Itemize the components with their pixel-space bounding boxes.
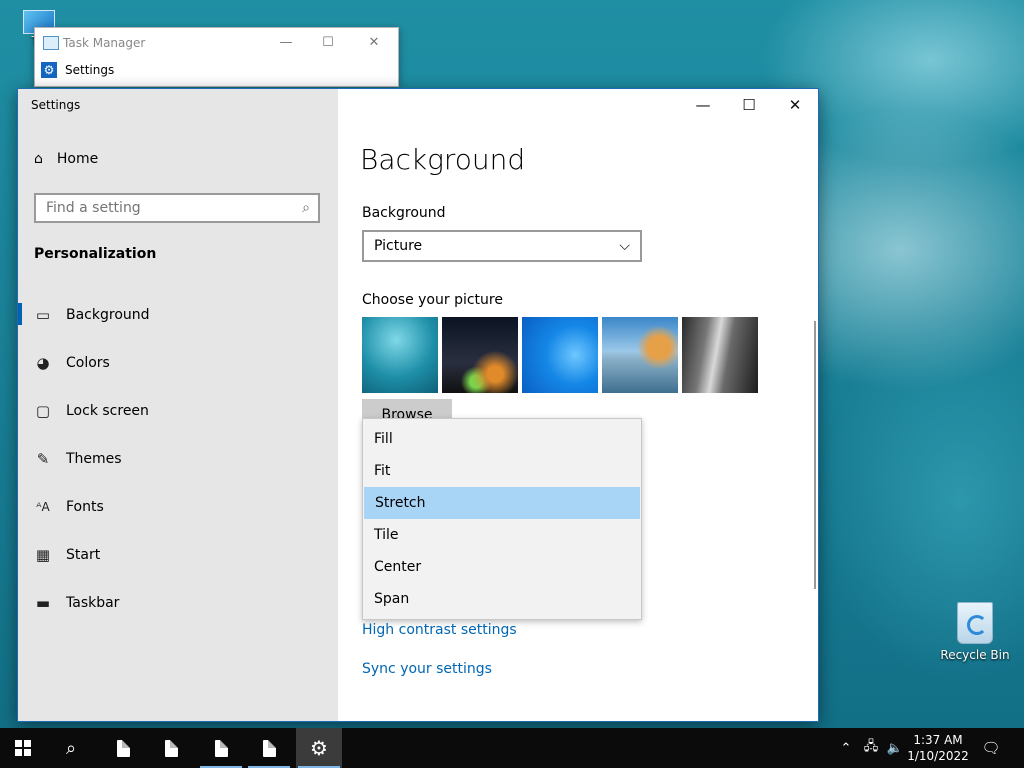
chevron-up-icon: ⌃ xyxy=(840,740,852,756)
sidebar-item-label: Background xyxy=(66,307,150,323)
task-manager-minimize-button[interactable]: — xyxy=(271,32,301,54)
sidebar-item-label: Colors xyxy=(66,355,110,371)
windows-logo-icon xyxy=(15,740,31,756)
clock[interactable]: 1:37 AM 1/10/2022 xyxy=(902,732,974,764)
recycle-bin-icon xyxy=(957,602,993,644)
taskbar-icon: ▬ xyxy=(35,594,51,612)
gear-icon: ⚙ xyxy=(310,736,328,760)
fit-option-stretch[interactable]: Stretch xyxy=(364,487,640,519)
document-icon xyxy=(262,739,276,757)
fit-option-span[interactable]: Span xyxy=(363,583,641,615)
search-icon[interactable]: ⌕ xyxy=(302,200,310,216)
sidebar-item-label: Themes xyxy=(66,451,122,467)
notifications-icon[interactable]: 🗨 xyxy=(978,728,1004,768)
fit-option-center[interactable]: Center xyxy=(363,551,641,583)
sidebar-item-label: Taskbar xyxy=(66,595,120,611)
fit-option-tile[interactable]: Tile xyxy=(363,519,641,551)
fit-option-fill[interactable]: Fill xyxy=(363,423,641,455)
taskbar-document-2[interactable] xyxy=(148,728,194,768)
task-manager-window[interactable]: Task Manager — ☐ ✕ ⚙ Settings xyxy=(34,27,399,87)
window-title: Settings xyxy=(31,98,81,112)
task-manager-maximize-button[interactable]: ☐ xyxy=(313,32,343,54)
gear-icon: ⚙ xyxy=(41,62,57,78)
search-icon: ⌕ xyxy=(65,737,77,759)
background-type-select[interactable]: Picture ⌵ xyxy=(362,230,642,262)
background-type-value: Picture xyxy=(374,238,423,254)
task-manager-title: Task Manager xyxy=(63,36,146,50)
task-manager-close-button[interactable]: ✕ xyxy=(359,32,389,54)
document-icon xyxy=(116,739,130,757)
sidebar-item-label: Fonts xyxy=(66,499,104,515)
sidebar-item-home[interactable]: ⌂ Home xyxy=(34,151,98,167)
palette-icon: ◕ xyxy=(36,354,50,372)
show-hidden-icons-button[interactable]: ⌃ xyxy=(836,728,856,768)
picture-thumbnail-beach[interactable] xyxy=(602,317,678,393)
sidebar-item-taskbar[interactable]: ▬ Taskbar xyxy=(18,579,338,627)
high-contrast-settings-link[interactable]: High contrast settings xyxy=(362,622,517,638)
start-icon: ▦ xyxy=(35,546,51,564)
background-label: Background xyxy=(362,205,446,221)
settings-content: Background Background Picture ⌵ Choose y… xyxy=(338,89,818,721)
chevron-down-icon: ⌵ xyxy=(619,238,630,254)
fit-options-dropdown: Fill Fit Stretch Tile Center Span xyxy=(362,418,642,620)
picture-thumbnails xyxy=(362,317,758,393)
home-label: Home xyxy=(56,151,99,167)
image-icon: ▭ xyxy=(35,306,51,324)
sidebar-item-themes[interactable]: ✎ Themes xyxy=(18,435,338,483)
recycle-bin-desktop-icon[interactable]: Recycle Bin xyxy=(940,600,1010,662)
sidebar-item-start[interactable]: ▦ Start xyxy=(18,531,338,579)
picture-thumbnail-rock[interactable] xyxy=(682,317,758,393)
home-icon: ⌂ xyxy=(34,151,43,167)
section-title: Personalization xyxy=(34,246,157,262)
search-box[interactable]: ⌕ xyxy=(34,193,320,223)
taskbar-document-1[interactable] xyxy=(100,728,146,768)
picture-thumbnail-night-sky[interactable] xyxy=(442,317,518,393)
clock-date: 1/10/2022 xyxy=(907,749,969,763)
sidebar-item-label: Lock screen xyxy=(66,403,149,419)
picture-thumbnail-windows[interactable] xyxy=(522,317,598,393)
sidebar-nav: ▭ Background ◕ Colors ▢ Lock screen ✎ Th… xyxy=(18,291,338,627)
network-icon[interactable]: 🖧 xyxy=(860,728,882,768)
task-manager-settings-row[interactable]: ⚙ Settings xyxy=(41,62,114,78)
taskbar: ⌕ ⚙ ⌃ 🖧 🔈 1:37 AM 1/10/2022 🗨 xyxy=(0,728,1024,768)
taskbar-search-button[interactable]: ⌕ xyxy=(48,728,94,768)
start-button[interactable] xyxy=(0,728,46,768)
task-manager-settings-label: Settings xyxy=(65,63,115,77)
lock-screen-icon: ▢ xyxy=(35,402,51,420)
picture-thumbnail-underwater[interactable] xyxy=(362,317,438,393)
page-title: Background xyxy=(360,143,526,176)
taskbar-document-4[interactable] xyxy=(246,728,292,768)
task-manager-icon xyxy=(43,36,59,50)
search-input[interactable] xyxy=(44,199,303,217)
taskbar-document-3[interactable] xyxy=(198,728,244,768)
sidebar-item-fonts[interactable]: ᴬA Fonts xyxy=(18,483,338,531)
sidebar-item-lock-screen[interactable]: ▢ Lock screen xyxy=(18,387,338,435)
clock-time: 1:37 AM xyxy=(913,733,963,747)
taskbar-settings-button[interactable]: ⚙ xyxy=(296,728,342,768)
fit-option-fit[interactable]: Fit xyxy=(363,455,641,487)
settings-window: Settings ⌂ Home ⌕ Personalization ▭ Back… xyxy=(17,88,819,722)
content-scrollbar[interactable] xyxy=(814,321,816,589)
sidebar-item-background[interactable]: ▭ Background xyxy=(18,291,338,339)
sidebar-item-label: Start xyxy=(66,547,101,563)
document-icon xyxy=(214,739,228,757)
recycle-bin-label: Recycle Bin xyxy=(940,648,1010,662)
document-icon xyxy=(164,739,178,757)
settings-sidebar: Settings ⌂ Home ⌕ Personalization ▭ Back… xyxy=(18,89,338,721)
font-icon: ᴬA xyxy=(36,500,50,514)
sync-settings-link[interactable]: Sync your settings xyxy=(362,661,492,677)
brush-icon: ✎ xyxy=(36,450,50,468)
choose-picture-label: Choose your picture xyxy=(362,292,503,308)
sidebar-item-colors[interactable]: ◕ Colors xyxy=(18,339,338,387)
